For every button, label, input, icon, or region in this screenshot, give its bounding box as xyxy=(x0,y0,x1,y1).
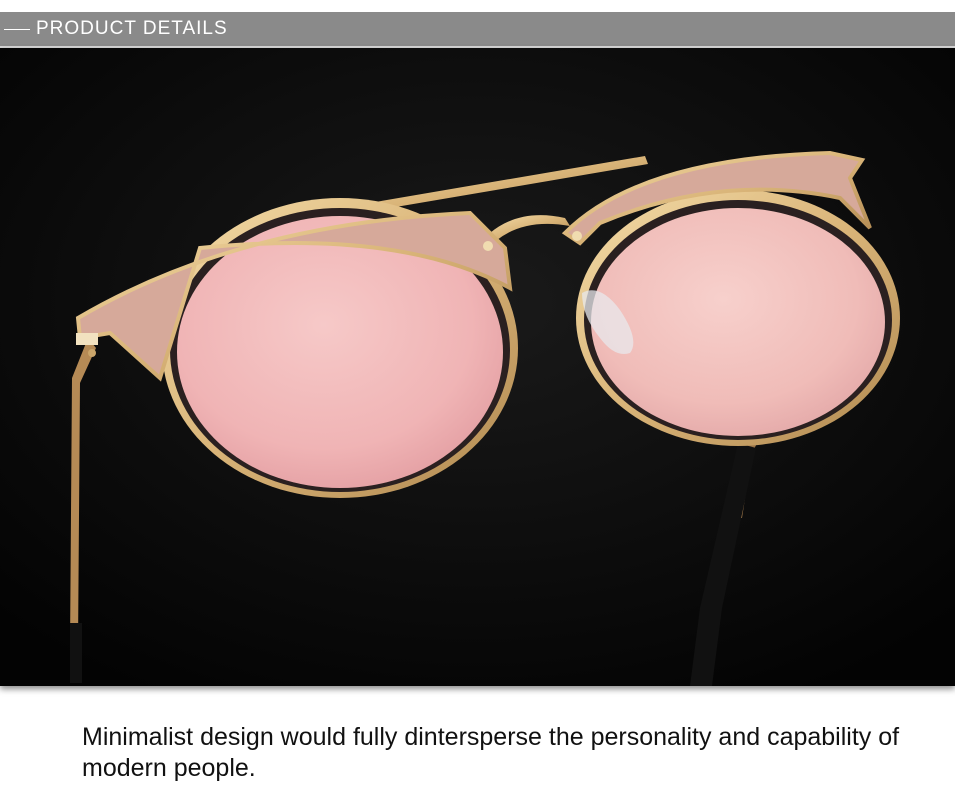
sunglasses-photo-icon xyxy=(0,48,955,686)
left-hinge xyxy=(76,333,98,345)
section-title: PRODUCT DETAILS xyxy=(36,18,228,39)
right-lens xyxy=(591,208,885,436)
section-header: PRODUCT DETAILS xyxy=(0,12,955,48)
left-rivet xyxy=(483,241,493,251)
left-temple-tip xyxy=(70,623,82,683)
header-dash-decoration xyxy=(4,28,30,30)
product-details-page: PRODUCT DETAILS Minimalist design would … xyxy=(0,0,955,793)
product-photo xyxy=(0,48,955,686)
product-caption: Minimalist design would fully dintersper… xyxy=(82,723,900,782)
right-rivet xyxy=(572,231,582,241)
